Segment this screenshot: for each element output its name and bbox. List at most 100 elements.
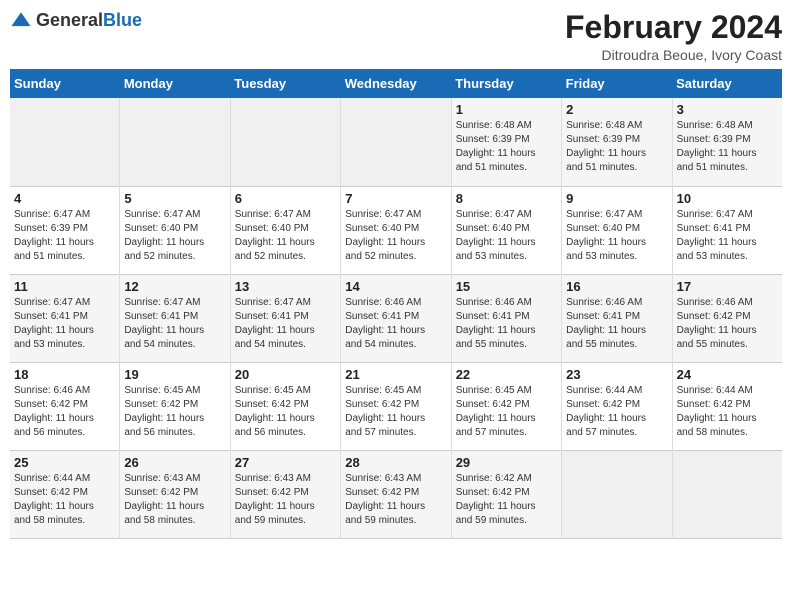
day-number: 21 [345,367,446,382]
day-info: Sunrise: 6:44 AM Sunset: 6:42 PM Dayligh… [14,473,94,526]
calendar-day-cell: 8 Sunrise: 6:47 AM Sunset: 6:40 PM Daylig… [451,186,561,274]
day-of-week-header: Sunday [10,69,120,98]
day-number: 23 [566,367,667,382]
calendar-day-cell: 20 Sunrise: 6:45 AM Sunset: 6:42 PM Dayli… [230,362,340,450]
day-of-week-header: Friday [562,69,672,98]
day-info: Sunrise: 6:46 AM Sunset: 6:42 PM Dayligh… [677,297,757,350]
day-of-week-header: Thursday [451,69,561,98]
calendar-day-cell: 12 Sunrise: 6:47 AM Sunset: 6:41 PM Dayli… [120,274,230,362]
day-number: 12 [124,279,225,294]
day-number: 29 [456,455,557,470]
calendar-day-cell: 28 Sunrise: 6:43 AM Sunset: 6:42 PM Dayli… [341,450,451,538]
title-area: February 2024 Ditroudra Beoue, Ivory Coa… [565,10,782,63]
day-number: 25 [14,455,115,470]
calendar-day-cell [10,98,120,186]
day-info: Sunrise: 6:47 AM Sunset: 6:40 PM Dayligh… [124,209,204,262]
day-info: Sunrise: 6:47 AM Sunset: 6:41 PM Dayligh… [14,297,94,350]
day-number: 8 [456,191,557,206]
day-of-week-header: Tuesday [230,69,340,98]
calendar-table: SundayMondayTuesdayWednesdayThursdayFrid… [10,69,782,539]
calendar-day-cell: 3 Sunrise: 6:48 AM Sunset: 6:39 PM Daylig… [672,98,782,186]
day-number: 10 [677,191,778,206]
day-info: Sunrise: 6:47 AM Sunset: 6:41 PM Dayligh… [124,297,204,350]
calendar-day-cell: 23 Sunrise: 6:44 AM Sunset: 6:42 PM Dayli… [562,362,672,450]
calendar-day-cell: 19 Sunrise: 6:45 AM Sunset: 6:42 PM Dayli… [120,362,230,450]
logo-text-general: General [36,10,103,30]
day-info: Sunrise: 6:48 AM Sunset: 6:39 PM Dayligh… [456,120,536,173]
subtitle: Ditroudra Beoue, Ivory Coast [565,47,782,63]
day-info: Sunrise: 6:43 AM Sunset: 6:42 PM Dayligh… [124,473,204,526]
day-info: Sunrise: 6:43 AM Sunset: 6:42 PM Dayligh… [235,473,315,526]
day-number: 3 [677,102,778,117]
day-number: 5 [124,191,225,206]
day-info: Sunrise: 6:46 AM Sunset: 6:41 PM Dayligh… [345,297,425,350]
logo-text-blue: Blue [103,10,142,30]
day-number: 11 [14,279,115,294]
calendar-day-cell: 26 Sunrise: 6:43 AM Sunset: 6:42 PM Dayli… [120,450,230,538]
day-info: Sunrise: 6:47 AM Sunset: 6:40 PM Dayligh… [456,209,536,262]
calendar-day-cell: 2Sunrise: 6:48 AM Sunset: 6:39 PM Daylig… [562,98,672,186]
calendar-day-cell: 27 Sunrise: 6:43 AM Sunset: 6:42 PM Dayli… [230,450,340,538]
day-number: 18 [14,367,115,382]
calendar-week-row: 4 Sunrise: 6:47 AM Sunset: 6:39 PM Daylig… [10,186,782,274]
calendar-day-cell: 24 Sunrise: 6:44 AM Sunset: 6:42 PM Dayli… [672,362,782,450]
calendar-day-cell: 13 Sunrise: 6:47 AM Sunset: 6:41 PM Dayli… [230,274,340,362]
calendar-header-row: SundayMondayTuesdayWednesdayThursdayFrid… [10,69,782,98]
day-info: Sunrise: 6:46 AM Sunset: 6:42 PM Dayligh… [14,385,94,438]
day-number: 4 [14,191,115,206]
day-info: Sunrise: 6:47 AM Sunset: 6:40 PM Dayligh… [566,209,646,262]
day-info: Sunrise: 6:43 AM Sunset: 6:42 PM Dayligh… [345,473,425,526]
day-info: Sunrise: 6:45 AM Sunset: 6:42 PM Dayligh… [235,385,315,438]
day-number: 27 [235,455,336,470]
day-number: 2 [566,102,667,117]
day-number: 28 [345,455,446,470]
calendar-day-cell: 21 Sunrise: 6:45 AM Sunset: 6:42 PM Dayli… [341,362,451,450]
day-number: 19 [124,367,225,382]
logo: GeneralBlue [10,10,142,32]
day-number: 22 [456,367,557,382]
day-info: Sunrise: 6:48 AM Sunset: 6:39 PM Dayligh… [677,120,757,173]
calendar-day-cell: 6 Sunrise: 6:47 AM Sunset: 6:40 PM Daylig… [230,186,340,274]
day-info: Sunrise: 6:44 AM Sunset: 6:42 PM Dayligh… [677,385,757,438]
calendar-day-cell: 4 Sunrise: 6:47 AM Sunset: 6:39 PM Daylig… [10,186,120,274]
calendar-day-cell: 15Sunrise: 6:46 AM Sunset: 6:41 PM Dayli… [451,274,561,362]
day-number: 20 [235,367,336,382]
day-number: 6 [235,191,336,206]
generalblue-logo-icon [10,10,32,32]
day-number: 13 [235,279,336,294]
calendar-day-cell: 9 Sunrise: 6:47 AM Sunset: 6:40 PM Daylig… [562,186,672,274]
calendar-week-row: 1Sunrise: 6:48 AM Sunset: 6:39 PM Daylig… [10,98,782,186]
calendar-day-cell: 17 Sunrise: 6:46 AM Sunset: 6:42 PM Dayli… [672,274,782,362]
calendar-day-cell: 1Sunrise: 6:48 AM Sunset: 6:39 PM Daylig… [451,98,561,186]
day-info: Sunrise: 6:45 AM Sunset: 6:42 PM Dayligh… [124,385,204,438]
day-info: Sunrise: 6:47 AM Sunset: 6:39 PM Dayligh… [14,209,94,262]
calendar-day-cell [120,98,230,186]
calendar-day-cell: 22 Sunrise: 6:45 AM Sunset: 6:42 PM Dayli… [451,362,561,450]
calendar-day-cell: 10 Sunrise: 6:47 AM Sunset: 6:41 PM Dayli… [672,186,782,274]
day-info: Sunrise: 6:45 AM Sunset: 6:42 PM Dayligh… [456,385,536,438]
main-title: February 2024 [565,10,782,45]
day-number: 7 [345,191,446,206]
day-number: 17 [677,279,778,294]
calendar-day-cell: 16Sunrise: 6:46 AM Sunset: 6:41 PM Dayli… [562,274,672,362]
calendar-day-cell [230,98,340,186]
day-of-week-header: Saturday [672,69,782,98]
calendar-day-cell: 14Sunrise: 6:46 AM Sunset: 6:41 PM Dayli… [341,274,451,362]
day-number: 9 [566,191,667,206]
day-of-week-header: Monday [120,69,230,98]
day-info: Sunrise: 6:47 AM Sunset: 6:40 PM Dayligh… [235,209,315,262]
day-info: Sunrise: 6:44 AM Sunset: 6:42 PM Dayligh… [566,385,646,438]
day-number: 24 [677,367,778,382]
day-info: Sunrise: 6:45 AM Sunset: 6:42 PM Dayligh… [345,385,425,438]
calendar-day-cell: 29 Sunrise: 6:42 AM Sunset: 6:42 PM Dayli… [451,450,561,538]
day-info: Sunrise: 6:47 AM Sunset: 6:41 PM Dayligh… [677,209,757,262]
header-area: GeneralBlue February 2024 Ditroudra Beou… [10,10,782,63]
calendar-day-cell [341,98,451,186]
day-info: Sunrise: 6:42 AM Sunset: 6:42 PM Dayligh… [456,473,536,526]
calendar-day-cell: 25 Sunrise: 6:44 AM Sunset: 6:42 PM Dayli… [10,450,120,538]
day-info: Sunrise: 6:46 AM Sunset: 6:41 PM Dayligh… [566,297,646,350]
calendar-day-cell: 18 Sunrise: 6:46 AM Sunset: 6:42 PM Dayli… [10,362,120,450]
day-of-week-header: Wednesday [341,69,451,98]
day-info: Sunrise: 6:47 AM Sunset: 6:41 PM Dayligh… [235,297,315,350]
day-number: 26 [124,455,225,470]
